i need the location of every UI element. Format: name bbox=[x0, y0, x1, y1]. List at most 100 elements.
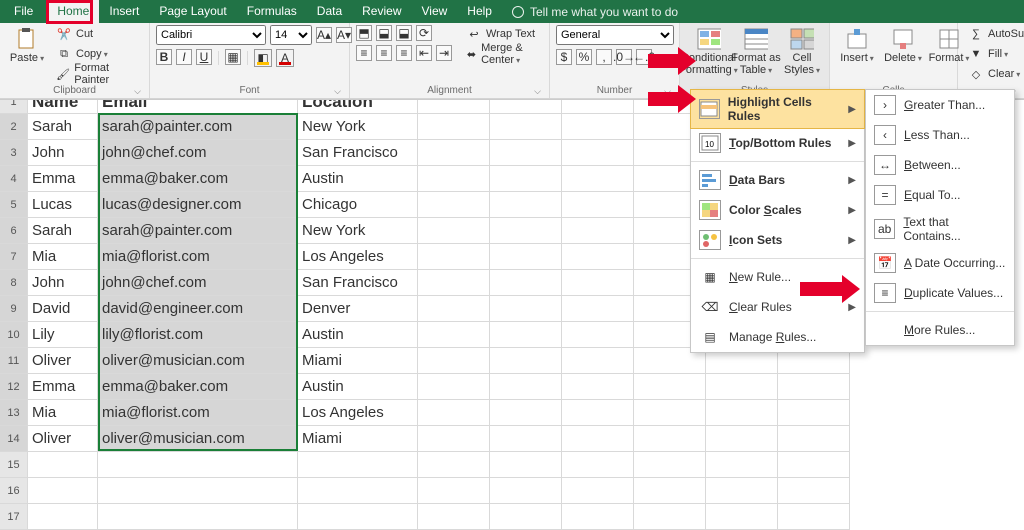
cell-name-13[interactable]: Mia bbox=[28, 400, 98, 426]
fill-color-button[interactable]: ◧ bbox=[254, 49, 272, 67]
align-top-icon[interactable]: ⬒ bbox=[356, 25, 372, 41]
cell-email-12[interactable]: emma@baker.com bbox=[98, 374, 298, 400]
cell-blank[interactable] bbox=[706, 400, 778, 426]
align-left-icon[interactable]: ≡ bbox=[356, 45, 372, 61]
cell-blank[interactable] bbox=[490, 322, 562, 348]
cell-blank[interactable] bbox=[562, 296, 634, 322]
cell-blank[interactable] bbox=[778, 374, 850, 400]
cell-blank[interactable] bbox=[418, 114, 490, 140]
mi-manage-rules[interactable]: ▤Manage Rules... bbox=[691, 322, 864, 352]
cell-blank[interactable] bbox=[634, 504, 706, 530]
cell-loc-4[interactable]: Austin bbox=[298, 166, 418, 192]
cell-blank[interactable] bbox=[562, 426, 634, 452]
mi-between[interactable]: ↔Between... bbox=[866, 150, 1014, 180]
cell-loc-8[interactable]: San Francisco bbox=[298, 270, 418, 296]
cell-blank[interactable] bbox=[778, 400, 850, 426]
cell-name-10[interactable]: Lily bbox=[28, 322, 98, 348]
cell-blank[interactable] bbox=[490, 452, 562, 478]
cell-blank[interactable] bbox=[418, 192, 490, 218]
cell-email-11[interactable]: oliver@musician.com bbox=[98, 348, 298, 374]
delete-cells-button[interactable]: Delete bbox=[882, 25, 924, 67]
cell-blank[interactable] bbox=[298, 452, 418, 478]
increase-font-icon[interactable]: A▴ bbox=[316, 27, 332, 43]
cut-button[interactable]: ✂️Cut bbox=[52, 25, 143, 43]
row-head-13[interactable]: 13 bbox=[0, 400, 28, 426]
cell-email-10[interactable]: lily@florist.com bbox=[98, 322, 298, 348]
cell-blank[interactable] bbox=[562, 218, 634, 244]
decrease-indent-icon[interactable]: ⇤ bbox=[416, 45, 432, 61]
font-color-button[interactable]: A bbox=[276, 49, 294, 67]
cell-name-11[interactable]: Oliver bbox=[28, 348, 98, 374]
cell-blank[interactable] bbox=[298, 478, 418, 504]
borders-button[interactable]: ▦ bbox=[225, 49, 241, 65]
cell-blank[interactable] bbox=[490, 100, 562, 114]
tab-file[interactable]: File bbox=[0, 0, 47, 23]
cell-blank[interactable] bbox=[634, 374, 706, 400]
conditional-formatting-button[interactable]: Conditional Formatting bbox=[686, 25, 731, 78]
cell-blank[interactable] bbox=[562, 244, 634, 270]
cell-blank[interactable] bbox=[418, 374, 490, 400]
fill-button[interactable]: ▼Fill bbox=[964, 45, 1024, 63]
tab-home[interactable]: Home bbox=[47, 0, 99, 23]
autosum-button[interactable]: ∑AutoSum bbox=[964, 25, 1024, 43]
comma-icon[interactable]: , bbox=[596, 49, 612, 65]
cell-name-6[interactable]: Sarah bbox=[28, 218, 98, 244]
cell-name-4[interactable]: Emma bbox=[28, 166, 98, 192]
font-size-select[interactable]: 14 bbox=[270, 25, 312, 45]
wrap-text-button[interactable]: ↩Wrap Text bbox=[462, 25, 543, 43]
cell-blank[interactable] bbox=[418, 218, 490, 244]
tab-page-layout[interactable]: Page Layout bbox=[149, 0, 236, 23]
cell-blank[interactable] bbox=[778, 504, 850, 530]
cell-blank[interactable] bbox=[562, 452, 634, 478]
underline-button[interactable]: U bbox=[196, 49, 212, 65]
font-name-select[interactable]: Calibri bbox=[156, 25, 266, 45]
cell-blank[interactable] bbox=[562, 374, 634, 400]
row-head-16[interactable]: 16 bbox=[0, 478, 28, 504]
cell-blank[interactable] bbox=[418, 452, 490, 478]
cell-blank[interactable] bbox=[418, 270, 490, 296]
cell-blank[interactable] bbox=[490, 504, 562, 530]
row-head-17[interactable]: 17 bbox=[0, 504, 28, 530]
cell-blank[interactable] bbox=[490, 114, 562, 140]
mi-less-than[interactable]: ‹Less Than... bbox=[866, 120, 1014, 150]
cell-blank[interactable] bbox=[418, 504, 490, 530]
clear-button[interactable]: ◇Clear bbox=[964, 65, 1024, 83]
cell-loc-11[interactable]: Miami bbox=[298, 348, 418, 374]
mi-data-bars[interactable]: Data Bars▶ bbox=[691, 165, 864, 195]
cell-loc-13[interactable]: Los Angeles bbox=[298, 400, 418, 426]
row-head-7[interactable]: 7 bbox=[0, 244, 28, 270]
cell-blank[interactable] bbox=[418, 140, 490, 166]
cell-name-5[interactable]: Lucas bbox=[28, 192, 98, 218]
mi-color-scales[interactable]: Color Scales▶ bbox=[691, 195, 864, 225]
align-bottom-icon[interactable]: ⬓ bbox=[396, 25, 412, 41]
cell-blank[interactable] bbox=[28, 504, 98, 530]
number-format-select[interactable]: General bbox=[556, 25, 674, 45]
orientation-icon[interactable]: ⟳ bbox=[416, 25, 432, 41]
cell-name-3[interactable]: John bbox=[28, 140, 98, 166]
cell-loc-2[interactable]: New York bbox=[298, 114, 418, 140]
merge-center-button[interactable]: ⬌Merge & Center bbox=[462, 45, 543, 63]
cell-blank[interactable] bbox=[562, 478, 634, 504]
align-middle-icon[interactable]: ⬓ bbox=[376, 25, 392, 41]
cell-blank[interactable] bbox=[418, 322, 490, 348]
cell-blank[interactable] bbox=[634, 452, 706, 478]
cell-b1[interactable]: Email bbox=[98, 100, 298, 114]
cell-blank[interactable] bbox=[634, 400, 706, 426]
cell-blank[interactable] bbox=[562, 140, 634, 166]
cell-loc-6[interactable]: New York bbox=[298, 218, 418, 244]
cell-name-2[interactable]: Sarah bbox=[28, 114, 98, 140]
format-as-table-button[interactable]: Format as Table bbox=[735, 25, 777, 78]
cell-styles-button[interactable]: Cell Styles bbox=[781, 25, 823, 78]
row-head-9[interactable]: 9 bbox=[0, 296, 28, 322]
cell-loc-3[interactable]: San Francisco bbox=[298, 140, 418, 166]
mi-icon-sets[interactable]: Icon Sets▶ bbox=[691, 225, 864, 255]
tab-insert[interactable]: Insert bbox=[99, 0, 149, 23]
cell-loc-12[interactable]: Austin bbox=[298, 374, 418, 400]
mi-clear-rules[interactable]: ⌫Clear Rules▶ bbox=[691, 292, 864, 322]
cell-blank[interactable] bbox=[490, 244, 562, 270]
cell-blank[interactable] bbox=[490, 140, 562, 166]
cell-blank[interactable] bbox=[562, 114, 634, 140]
mi-greater-than[interactable]: ›Greater Than... bbox=[866, 90, 1014, 120]
mi-top-bottom-rules[interactable]: 10Top/Bottom Rules▶ bbox=[691, 128, 864, 158]
cell-blank[interactable] bbox=[562, 504, 634, 530]
